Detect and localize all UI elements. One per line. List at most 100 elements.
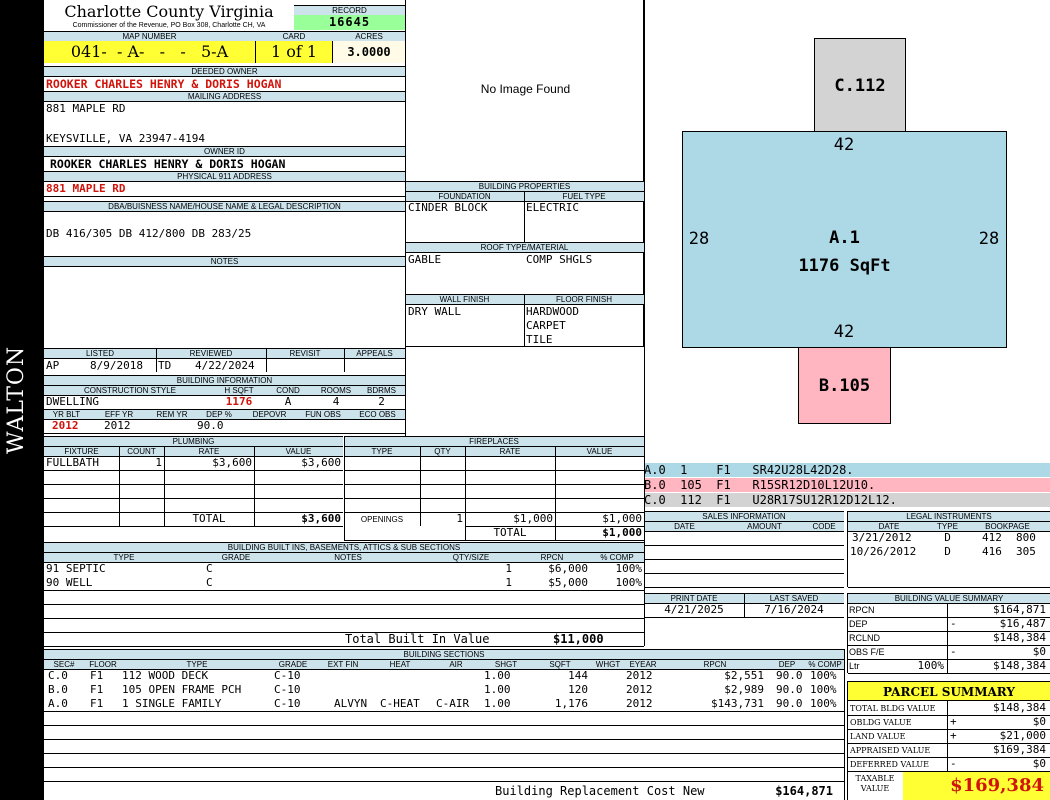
extfin-header: EXT FIN [314,659,372,670]
section-3-type: 1 SINGLE FAMILY [122,697,222,710]
plumbing-rate: $3,600 [212,456,252,469]
fp-qty-label: QTY [420,446,465,457]
reviewed-date: 4/22/2024 [195,359,255,372]
sketch-a-sqft: 1176 SqFt [798,256,891,276]
section-3-grade: C-10 [274,697,301,710]
acres-value: 3.0000 [333,41,405,63]
section-1-dep: 90.0 [776,669,803,682]
whgt-header: WHGT [592,659,624,670]
section-3-extfin: ALVYN [334,697,368,710]
vs-rclnd-value: $148,384 [993,631,1046,644]
parcel-deferred-label: DEFERRED VALUE [850,760,929,769]
fp-openings-rate: $1,000 [513,512,553,525]
bi-comp-1: 100% [615,562,643,575]
section-3-comp: 100% [810,697,837,710]
vs-ltr-pct: 100% [917,659,945,672]
sketch-section-c: C.112 [814,38,906,132]
sidebar: WALTON [0,0,44,800]
li-type-2: D [944,545,951,558]
vs-ltr-value: $148,384 [993,659,1046,672]
sketch-dim-bottom: 42 [833,322,855,342]
heat-header: HEAT [372,659,428,670]
sketch-dim-top: 42 [833,135,855,155]
vs-obs-label: OBS F/E [849,647,885,657]
taxable-label-1: TAXABLE [855,774,895,783]
section-2-shgt: 1.00 [484,683,511,696]
hsqft-value: 1176 [225,395,253,408]
sketch-legend-b: B.0 105 F1 R15SR12D10L12U10. [644,478,1050,492]
fp-openings-value: $1,000 [602,512,642,525]
physical-address-label: PHYSICAL 911 ADDRESS [44,171,405,182]
last-saved-date: 7/16/2024 [764,603,824,616]
cond-value: A [284,395,292,408]
li-date-1: 3/21/2012 [852,531,912,544]
vs-dep-label: DEP [849,619,868,629]
fp-openings-qty: 1 [456,512,463,525]
parcel-total-bldg-value: $148,384 [993,701,1046,714]
parcel-total-bldg-label: TOTAL BLDG VALUE [850,704,936,713]
map-number: 041- - A- - - 5-A [44,41,255,63]
record-number: 16645 [294,15,405,30]
section-3-shgt: 1.00 [484,697,511,710]
section-3-rpcn: $143,731 [711,697,764,710]
roof-label: ROOF TYPE/MATERIAL [405,242,644,253]
taxable-value: $169,384 [903,772,1050,800]
bi-qty-2: 1 [505,576,512,589]
replacement-cost-label: Building Replacement Cost New [495,784,705,798]
parcel-obldg-label: OBLDG VALUE [850,718,912,727]
sales-date-label: DATE [644,521,725,532]
section-3-air: C-AIR [436,697,470,710]
floor-finish-label: FLOOR FINISH [524,295,644,305]
section-2-dep: 90.0 [776,683,803,696]
air-header: AIR [428,659,484,670]
owner-id-label: OWNER ID [44,146,405,157]
section-2-eyear: 2012 [626,683,653,696]
sales-code-label: CODE [804,521,844,532]
roof-material: COMP SHGLS [526,253,593,266]
fp-value-label: VALUE [555,446,644,457]
depovr-label: DEPOVR [243,409,296,420]
section-3-floor: F1 [90,697,104,710]
section-1-floor: F1 [90,669,104,682]
section-2-sqft: 120 [568,683,588,696]
li-book-2: 416 [982,545,1002,558]
plumbing-value: $3,600 [301,456,341,469]
section-1-grade: C-10 [274,669,301,682]
vs-obs-sign: - [950,645,957,658]
plumbing-total-label: TOTAL [192,512,226,525]
li-date-2: 10/26/2012 [850,545,917,558]
plumbing-count: 1 [155,456,162,469]
section-1-rpcn: $2,551 [724,669,764,682]
mailing-address-label: MAILING ADDRESS [44,91,405,102]
reviewed-code: TD [158,359,172,372]
vs-obs-value: $0 [1032,645,1046,658]
bdrms-value: 2 [378,395,385,408]
district-label: WALTON [4,345,29,455]
bi-grade-2: C [206,576,213,589]
fp-total: $1,000 [602,526,642,539]
bi-rpcn-1: $6,000 [548,562,588,575]
funobs-label: FUN OBS [296,409,350,420]
sketch-legend-a: A.0 1 F1 SR42U28L42D28. [644,463,1050,477]
parcel-obldg-value: $0 [1032,715,1046,728]
li-type-1: D [944,531,951,544]
yrblt-value: 2012 [52,419,79,432]
legal-description-label: DBA/BUISNESS NAME/HOUSE NAME & LEGAL DES… [44,201,405,212]
sketch-dim-right: 28 [978,229,1000,249]
dep-value: 90.0 [197,419,224,432]
section-3-sqft: 1,176 [554,697,588,710]
vs-rclnd-label: RCLND [849,633,881,643]
construction-style: DWELLING [46,395,99,408]
section-1-comp: 100% [810,669,837,682]
vs-rpcn-value: $164,871 [993,603,1046,616]
section-3-dep: 90.0 [776,697,803,710]
section-3-sec: A.0 [48,697,68,710]
li-page-1: 800 [1016,531,1036,544]
vs-dep-sign: - [950,617,957,630]
section-3-eyear: 2012 [626,697,653,710]
wall-finish-value: DRY WALL [408,305,461,318]
revisit-label: REVISIT [266,348,344,359]
builtins-total-label: Total Built In Value [345,632,490,646]
sketch-legend-c: C.0 112 F1 U28R17SU12R12D12L12. [644,493,1050,507]
sketch-section-b: B.105 [798,347,891,424]
